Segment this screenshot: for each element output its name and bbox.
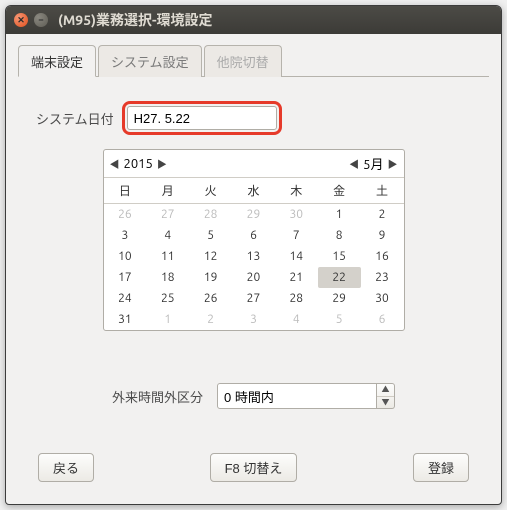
calendar-day[interactable]: 29 — [318, 288, 361, 309]
calendar-day[interactable]: 14 — [275, 246, 318, 267]
calendar-day[interactable]: 30 — [275, 204, 318, 226]
calendar-day[interactable]: 31 — [104, 309, 147, 330]
minimize-icon[interactable]: – — [34, 13, 48, 27]
calendar-day[interactable]: 20 — [232, 267, 275, 288]
calendar-day[interactable]: 29 — [232, 204, 275, 226]
calendar-day[interactable]: 30 — [361, 288, 404, 309]
calendar-day[interactable]: 7 — [275, 225, 318, 246]
switch-button[interactable]: F8 切替え — [210, 453, 298, 482]
calendar-day[interactable]: 27 — [146, 204, 189, 226]
calendar-day[interactable]: 28 — [275, 288, 318, 309]
calendar-day[interactable]: 19 — [189, 267, 232, 288]
after-hours-label: 外来時間外区分 — [112, 387, 203, 406]
calendar-header: ◀ 2015 ▶ ◀ 5月 ▶ — [104, 150, 404, 178]
month-nav[interactable]: ◀ 5月 ▶ — [349, 154, 397, 173]
calendar-day[interactable]: 13 — [232, 246, 275, 267]
calendar-day[interactable]: 3 — [104, 225, 147, 246]
calendar-day[interactable]: 5 — [189, 225, 232, 246]
calendar-day[interactable]: 27 — [232, 288, 275, 309]
calendar-day[interactable]: 11 — [146, 246, 189, 267]
system-date-label: システム日付 — [36, 109, 114, 128]
calendar-dow: 火 — [189, 178, 232, 204]
register-button[interactable]: 登録 — [413, 453, 469, 482]
calendar-day[interactable]: 24 — [104, 288, 147, 309]
tab-system-settings[interactable]: システム設定 — [98, 45, 202, 77]
month-label: 5月 — [363, 154, 383, 173]
tab-other-institution: 他院切替 — [204, 45, 282, 77]
spinner-down-icon[interactable]: ▼ — [377, 397, 394, 409]
calendar-day[interactable]: 9 — [361, 225, 404, 246]
calendar-day[interactable]: 17 — [104, 267, 147, 288]
calendar: ◀ 2015 ▶ ◀ 5月 ▶ 日月火水木金土 2627282930123456… — [103, 149, 405, 331]
calendar-day[interactable]: 5 — [318, 309, 361, 330]
calendar-day[interactable]: 4 — [146, 225, 189, 246]
tabs-bar: 端末設定 システム設定 他院切替 — [18, 44, 489, 77]
calendar-dow: 日 — [104, 178, 147, 204]
calendar-day[interactable]: 16 — [361, 246, 404, 267]
calendar-dow: 水 — [232, 178, 275, 204]
month-next-icon[interactable]: ▶ — [388, 156, 398, 171]
calendar-day[interactable]: 2 — [361, 204, 404, 226]
window: ✕ – (M95)業務選択-環境設定 端末設定 システム設定 他院切替 システム… — [5, 5, 502, 505]
back-button[interactable]: 戻る — [38, 453, 94, 482]
system-date-input[interactable] — [127, 106, 277, 130]
tab-panel: システム日付 ◀ 2015 ▶ ◀ 5月 ▶ — [18, 77, 489, 492]
calendar-day[interactable]: 25 — [146, 288, 189, 309]
tab-terminal-settings[interactable]: 端末設定 — [18, 45, 96, 77]
year-next-icon[interactable]: ▶ — [157, 156, 167, 171]
calendar-day[interactable]: 26 — [104, 204, 147, 226]
calendar-day[interactable]: 22 — [318, 267, 361, 288]
calendar-day[interactable]: 28 — [189, 204, 232, 226]
year-nav[interactable]: ◀ 2015 ▶ — [110, 156, 167, 171]
year-label: 2015 — [124, 157, 153, 171]
calendar-day[interactable]: 2 — [189, 309, 232, 330]
row-system-date: システム日付 — [36, 101, 471, 135]
calendar-day[interactable]: 18 — [146, 267, 189, 288]
window-title: (M95)業務選択-環境設定 — [58, 10, 213, 30]
month-prev-icon[interactable]: ◀ — [349, 156, 359, 171]
system-date-highlight — [122, 101, 282, 135]
calendar-day[interactable]: 1 — [146, 309, 189, 330]
spinner-up-icon[interactable]: ▲ — [377, 384, 394, 397]
spinner-buttons: ▲ ▼ — [377, 383, 395, 409]
calendar-table: 日月火水木金土 26272829301234567891011121314151… — [104, 178, 404, 330]
calendar-day[interactable]: 26 — [189, 288, 232, 309]
titlebar: ✕ – (M95)業務選択-環境設定 — [6, 6, 501, 34]
content: 端末設定 システム設定 他院切替 システム日付 ◀ 2015 ▶ — [6, 34, 501, 504]
calendar-day[interactable]: 6 — [361, 309, 404, 330]
calendar-day[interactable]: 21 — [275, 267, 318, 288]
calendar-dow: 金 — [318, 178, 361, 204]
after-hours-input[interactable] — [217, 383, 377, 409]
calendar-day[interactable]: 6 — [232, 225, 275, 246]
calendar-day[interactable]: 8 — [318, 225, 361, 246]
year-prev-icon[interactable]: ◀ — [110, 156, 120, 171]
calendar-day[interactable]: 12 — [189, 246, 232, 267]
footer: 戻る F8 切替え 登録 — [36, 449, 471, 482]
calendar-day[interactable]: 1 — [318, 204, 361, 226]
after-hours-spinner: ▲ ▼ — [217, 383, 395, 409]
calendar-dow: 木 — [275, 178, 318, 204]
calendar-day[interactable]: 4 — [275, 309, 318, 330]
calendar-dow: 土 — [361, 178, 404, 204]
calendar-day[interactable]: 10 — [104, 246, 147, 267]
close-icon[interactable]: ✕ — [14, 13, 28, 27]
calendar-dow: 月 — [146, 178, 189, 204]
row-after-hours: 外来時間外区分 ▲ ▼ — [36, 383, 471, 409]
calendar-day[interactable]: 15 — [318, 246, 361, 267]
window-controls: ✕ – — [14, 13, 48, 27]
calendar-day[interactable]: 23 — [361, 267, 404, 288]
calendar-day[interactable]: 3 — [232, 309, 275, 330]
